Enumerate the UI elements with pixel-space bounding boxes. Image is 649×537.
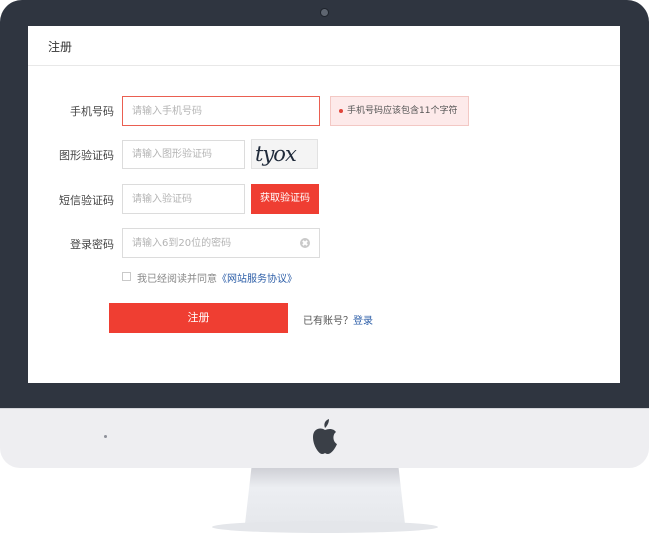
phone-field bbox=[122, 96, 320, 126]
login-link[interactable]: 登录 bbox=[353, 316, 373, 327]
sensor-dot bbox=[104, 435, 107, 438]
captcha-label: 图形验证码 bbox=[59, 149, 114, 162]
monitor-stand-base bbox=[212, 521, 438, 533]
password-input[interactable] bbox=[123, 229, 319, 257]
sms-label: 短信验证码 bbox=[59, 194, 114, 207]
register-button[interactable]: 注册 bbox=[109, 303, 288, 333]
phone-error-tip: 手机号码应该包含11个字符 bbox=[330, 96, 469, 126]
login-prompt: 已有账号？ bbox=[303, 316, 353, 327]
sms-input[interactable] bbox=[123, 185, 244, 213]
captcha-image[interactable]: tyox bbox=[251, 139, 318, 169]
get-sms-code-button[interactable]: 获取验证码 bbox=[251, 184, 319, 214]
captcha-image-text: tyox bbox=[255, 142, 297, 166]
phone-input[interactable] bbox=[123, 97, 319, 125]
monitor-chin bbox=[0, 408, 649, 468]
agreement-label: 我已经阅读并同意 bbox=[137, 274, 217, 285]
screen: 注册 手机号码 手机号码应该包含11个字符 图形验证码 tyox 短信验证码 获… bbox=[28, 26, 620, 383]
password-field bbox=[122, 228, 320, 258]
captcha-field bbox=[122, 140, 245, 169]
monitor-bezel: 注册 手机号码 手机号码应该包含11个字符 图形验证码 tyox 短信验证码 获… bbox=[0, 0, 649, 408]
sms-field bbox=[122, 184, 245, 214]
password-label: 登录密码 bbox=[70, 238, 114, 251]
error-dot-icon bbox=[339, 108, 343, 113]
agreement-checkbox[interactable] bbox=[122, 272, 131, 281]
page-header: 注册 bbox=[28, 26, 620, 66]
camera-icon bbox=[320, 8, 329, 17]
page-title: 注册 bbox=[48, 40, 73, 54]
phone-label: 手机号码 bbox=[70, 105, 114, 118]
apple-logo-icon bbox=[313, 419, 337, 454]
agreement-text: 我已经阅读并同意《网站服务协议》 bbox=[137, 270, 297, 285]
phone-error-text: 手机号码应该包含11个字符 bbox=[347, 106, 458, 116]
login-prompt-row: 已有账号？登录 bbox=[303, 312, 373, 327]
captcha-input[interactable] bbox=[123, 141, 244, 168]
clear-icon[interactable] bbox=[300, 238, 310, 248]
agreement-link[interactable]: 《网站服务协议》 bbox=[217, 274, 297, 285]
monitor-stand-neck bbox=[245, 468, 405, 524]
